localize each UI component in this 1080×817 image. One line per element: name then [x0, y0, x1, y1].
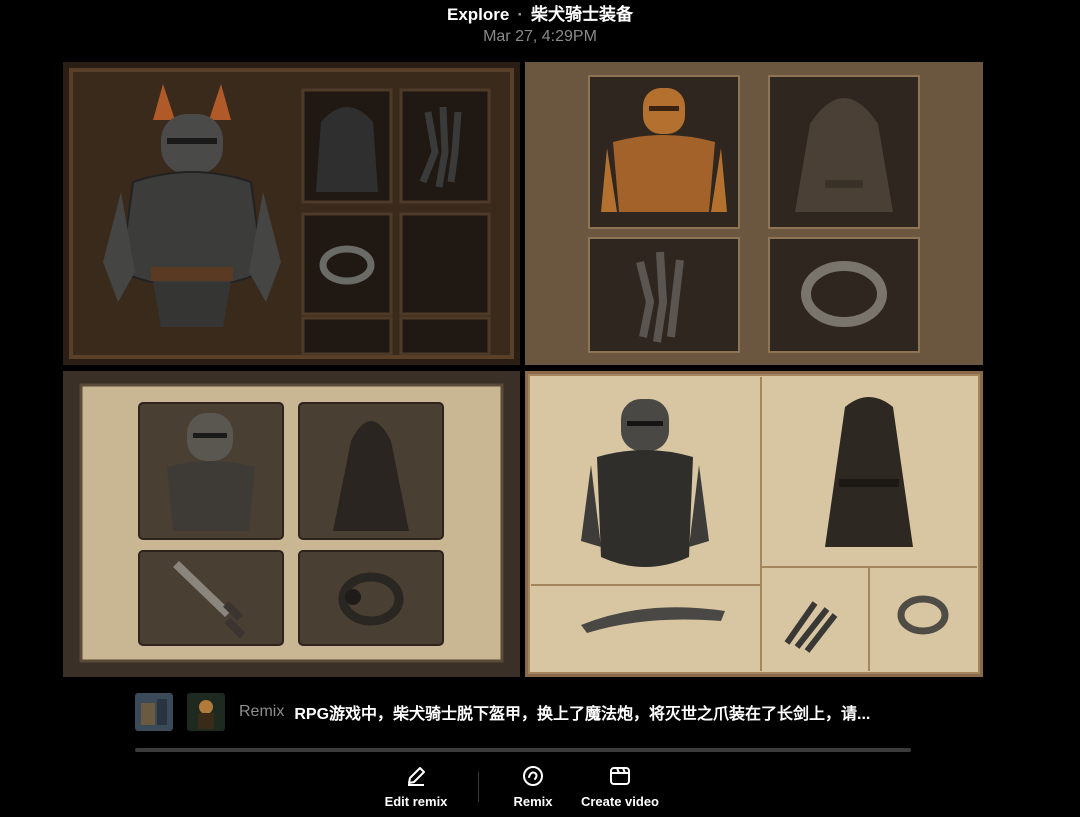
timestamp: Mar 27, 4:29PM [483, 28, 597, 45]
gallery-image-1[interactable] [63, 62, 520, 365]
remix-button[interactable]: Remix [503, 764, 563, 809]
gallery-image-2[interactable] [525, 62, 983, 365]
prompt-text[interactable]: RPG游戏中，柴犬骑士脱下盔甲，换上了魔法炮，将灭世之爪装在了长剑上，请... [294, 700, 870, 724]
create-video-label: Create video [580, 794, 660, 809]
header: Explore · 柴犬骑士装备 Mar 27, 4:29PM [0, 6, 1080, 46]
remix-label-text: Remix [513, 794, 553, 809]
collection-title: 柴犬骑士装备 [531, 5, 634, 24]
gallery-image-4[interactable] [525, 371, 983, 677]
source-thumbnail-1[interactable] [135, 693, 173, 731]
edit-remix-label: Edit remix [384, 794, 448, 809]
create-video-button[interactable]: Create video [575, 764, 665, 809]
image-grid [63, 62, 983, 677]
gallery-image-3[interactable] [63, 371, 520, 677]
action-bar: Edit remix Remix Create video [0, 764, 1080, 814]
source-thumbnail-2[interactable] [187, 693, 225, 731]
cloak-icon [316, 107, 378, 192]
explore-link[interactable]: Explore [447, 5, 509, 24]
page-title: Explore · 柴犬骑士装备 [0, 6, 1080, 24]
title-separator: · [517, 5, 524, 24]
progress-track [135, 748, 911, 752]
edit-remix-button[interactable]: Edit remix [376, 764, 456, 809]
video-icon [610, 767, 630, 785]
action-divider [478, 772, 479, 802]
remix-label: Remix [239, 703, 285, 720]
caption-row: Remix RPG游戏中，柴犬骑士脱下盔甲，换上了魔法炮，将灭世之爪装在了长剑上… [135, 693, 915, 731]
pencil-icon [408, 767, 425, 786]
remix-icon [523, 766, 543, 786]
